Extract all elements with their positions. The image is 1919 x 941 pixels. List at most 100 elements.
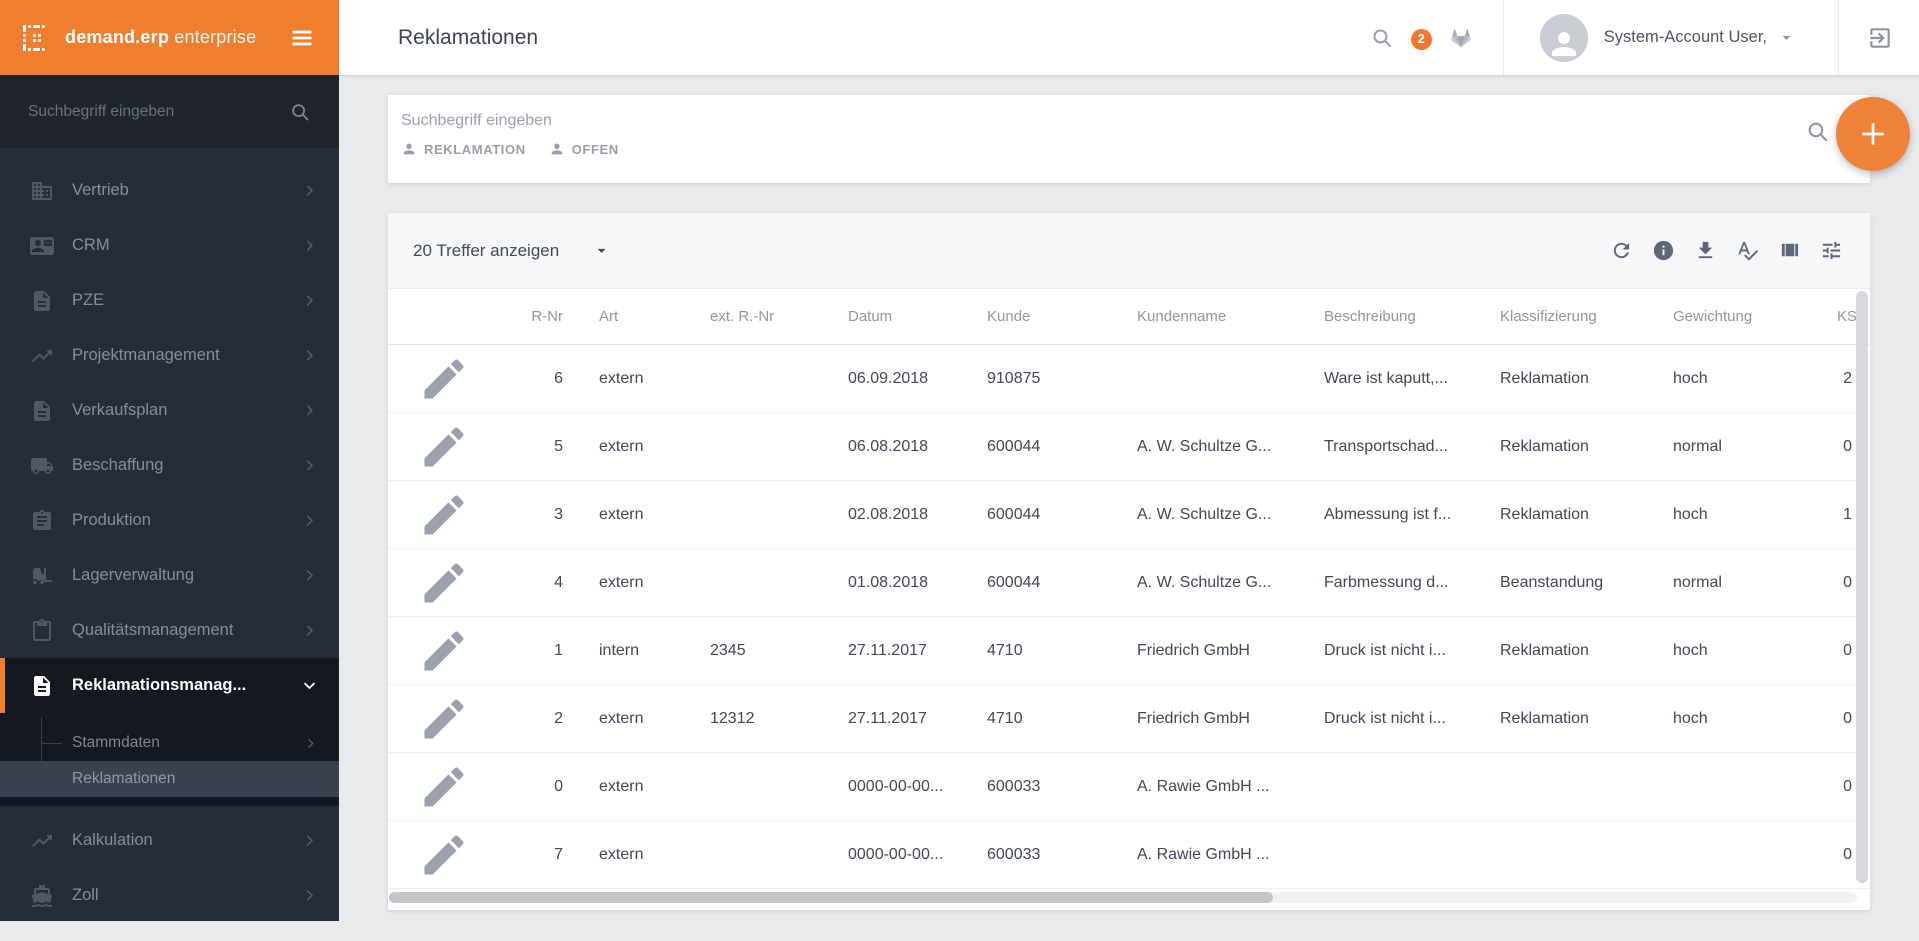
cell-kundenname: A. W. Schultze G... [1137, 573, 1272, 591]
sidebar-subitem-label: Reklamationen [72, 770, 176, 787]
sidebar-search-input[interactable]: Suchbegriff eingeben [0, 75, 339, 148]
filter-chip-offen[interactable]: OFFEN [549, 141, 619, 157]
search-input[interactable] [401, 106, 1681, 136]
topbar-actions: 2 System-Account User, [1370, 0, 1919, 75]
horizontal-scrollbar[interactable] [389, 892, 1273, 903]
sidebar-item-zoll[interactable]: Zoll [0, 868, 339, 923]
header-cell-gewichtung[interactable]: Gewichtung [1666, 308, 1800, 325]
gitlab-icon[interactable] [1449, 26, 1473, 50]
sidebar-item-vertrieb[interactable]: Vertrieb [0, 163, 339, 218]
cell-r-nr: 2 [554, 709, 563, 727]
clipboard-icon [30, 618, 54, 643]
chevron-right-icon [302, 458, 317, 473]
pencil-icon[interactable] [418, 353, 470, 405]
table-row: 4 extern 01.08.2018 600044 A. W. Schultze G.… [388, 549, 1870, 617]
header-cell-ext-r-nr[interactable]: ext. R.-Nr [700, 308, 840, 325]
cell-kunde: 910875 [987, 369, 1041, 387]
avatar[interactable] [1539, 13, 1588, 62]
pencil-icon[interactable] [418, 761, 470, 813]
row-actions [388, 557, 470, 609]
sidebar-item-label: Reklamationsmanag... [72, 676, 247, 694]
person-icon [401, 141, 417, 157]
view-column-icon[interactable] [1778, 239, 1801, 262]
chevron-down-icon[interactable] [1777, 28, 1796, 47]
filter-chips: REKLAMATION OFFEN [401, 141, 619, 157]
sidebar-item-crm[interactable]: CRM [0, 218, 339, 273]
sidebar-item-beschaffung[interactable]: Beschaffung [0, 438, 339, 493]
cell-art: extern [599, 777, 644, 795]
cell-klassifizierung: Beanstandung [1500, 573, 1604, 591]
topbar: Reklamationen 2 System-Account User, [339, 0, 1919, 75]
cell-kundenname: A. W. Schultze G... [1137, 505, 1272, 523]
sidebar-item-lagerverwaltung[interactable]: Lagerverwaltung [0, 548, 339, 603]
sidebar-item-kalkulation[interactable]: Kalkulation [0, 813, 339, 868]
cell-art: extern [599, 573, 644, 591]
sidebar-item-produktion[interactable]: Produktion [0, 493, 339, 548]
row-actions [388, 761, 470, 813]
brand-logo-icon [20, 22, 52, 54]
document-icon [30, 289, 54, 313]
cell-r-nr: 1 [554, 641, 563, 659]
search-icon[interactable] [289, 101, 311, 123]
search-icon[interactable] [1370, 26, 1394, 50]
contact-card-icon [30, 234, 54, 258]
clipboard-list-icon [30, 509, 54, 533]
chevron-right-icon [302, 513, 317, 528]
cell-r-nr: 5 [554, 437, 563, 455]
header-cell-kunde[interactable]: Kunde [980, 308, 1130, 325]
cell-ext-r-nr: 2345 [710, 641, 746, 659]
sidebar-item-label: Beschaffung [72, 456, 164, 474]
sidebar-subitem-reklamationen[interactable]: Reklamationen [0, 761, 339, 797]
sidebar-item-verkaufsplan[interactable]: Verkaufsplan [0, 383, 339, 438]
cell-kunde: 600033 [987, 845, 1041, 863]
page-size-select[interactable]: 20 Treffer anzeigen [413, 241, 611, 261]
sidebar-item-reklamationsmanag[interactable]: Reklamationsmanag... [0, 658, 339, 713]
info-icon[interactable] [1652, 239, 1675, 262]
cell-datum: 06.08.2018 [848, 437, 929, 455]
user-menu[interactable]: System-Account User, [1604, 28, 1767, 47]
table-row: 5 extern 06.08.2018 600044 A. W. Schultze G.… [388, 413, 1870, 481]
header-cell-beschreibung[interactable]: Beschreibung [1317, 308, 1493, 325]
sidebar-item-qualit-tsmanagement[interactable]: Qualitätsmanagement [0, 603, 339, 658]
add-button[interactable] [1836, 97, 1910, 171]
filter-chip-reklamation[interactable]: REKLAMATION [401, 141, 526, 157]
sidebar-active-section: Reklamationsmanag... Stammdaten Reklamatio… [0, 658, 339, 806]
cell-beschreibung: Abmessung ist f... [1324, 505, 1452, 523]
row-actions [388, 693, 470, 745]
header-cell-art[interactable]: Art [575, 308, 700, 325]
vertical-scrollbar[interactable] [1856, 291, 1868, 883]
pencil-icon[interactable] [418, 625, 470, 677]
menu-icon[interactable] [289, 25, 315, 51]
cell-beschreibung: Transportschad... [1324, 437, 1448, 455]
pencil-icon[interactable] [418, 489, 470, 541]
cell-kundenname: Friedrich GmbH [1137, 709, 1250, 727]
pencil-icon[interactable] [418, 693, 470, 745]
app-root: { "brand": { "bold": "demand.erp", "ligh… [0, 0, 1919, 941]
pencil-icon[interactable] [418, 829, 470, 881]
chevron-right-icon [302, 293, 317, 308]
search-icon[interactable] [1805, 119, 1830, 144]
cell-r-nr: 6 [554, 369, 563, 387]
brand-wordmark: demand.erp enterprise [65, 27, 289, 48]
sidebar-subitem-stammdaten[interactable]: Stammdaten [0, 725, 339, 761]
logout-icon[interactable] [1867, 25, 1893, 51]
tune-icon[interactable] [1820, 239, 1843, 262]
cell-beschreibung: Farbmessung d... [1324, 573, 1449, 591]
cell-gewichtung: hoch [1673, 709, 1708, 727]
pencil-icon[interactable] [418, 421, 470, 473]
refresh-icon[interactable] [1610, 239, 1633, 262]
person-icon [549, 141, 565, 157]
header-cell-datum[interactable]: Datum [840, 308, 980, 325]
sidebar-item-pze[interactable]: PZE [0, 273, 339, 328]
header-cell-kundenname[interactable]: Kundenname [1130, 308, 1317, 325]
header-cell-r-nr[interactable]: R-Nr [470, 308, 575, 325]
pencil-icon[interactable] [418, 557, 470, 609]
document-icon [30, 674, 54, 698]
header-cell-klassifizierung[interactable]: Klassifizierung [1493, 308, 1666, 325]
sidebar-item-projektmanagement[interactable]: Projektmanagement [0, 328, 339, 383]
cell-klassifizierung: Reklamation [1500, 641, 1589, 659]
cell-r-nr: 0 [554, 777, 563, 795]
download-icon[interactable] [1694, 239, 1717, 262]
cell-ext-r-nr: 12312 [710, 709, 755, 727]
spellcheck-icon[interactable] [1736, 239, 1759, 262]
